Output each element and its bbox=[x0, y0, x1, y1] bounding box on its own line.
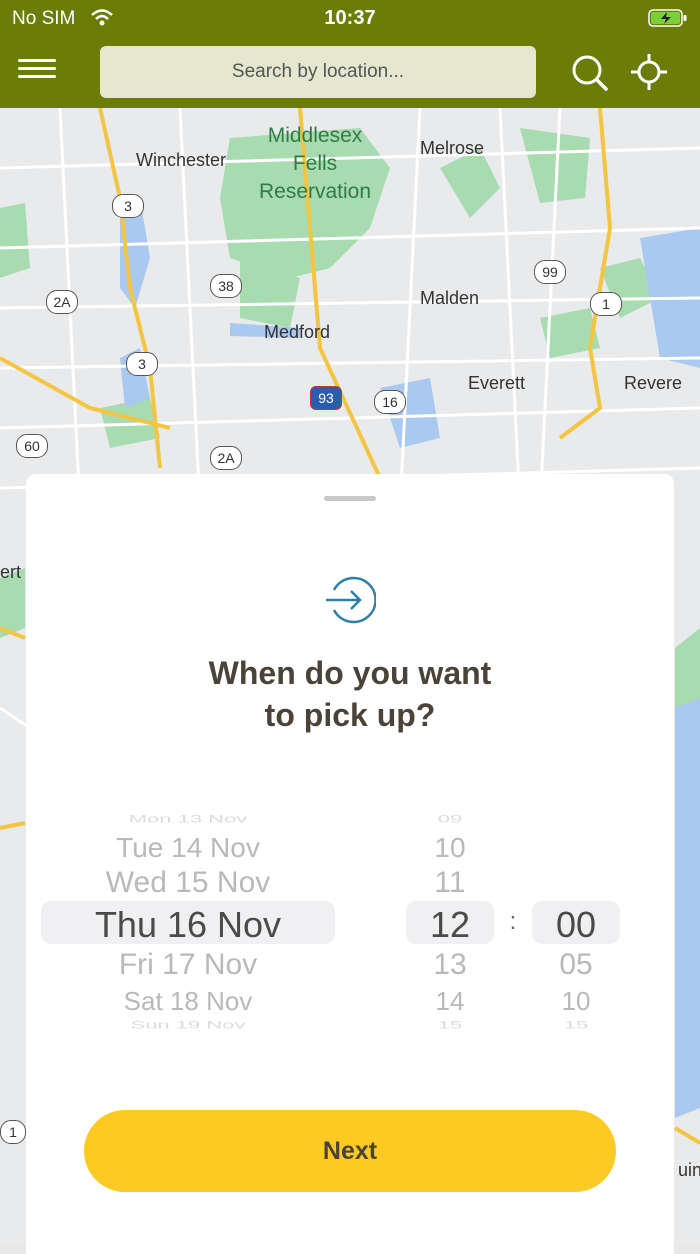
arrow-in-circle-icon bbox=[326, 576, 376, 624]
date-picker-wheel[interactable]: Mon 13 Nov Tue 14 Nov Wed 15 Nov Thu 16 … bbox=[41, 814, 335, 1034]
date-option-selected[interactable]: Thu 16 Nov bbox=[41, 904, 335, 946]
hour-option[interactable]: 11 bbox=[406, 866, 494, 900]
sheet-drag-handle[interactable] bbox=[324, 496, 376, 501]
minute-option[interactable]: 10 bbox=[532, 986, 620, 1017]
pickup-time-sheet: When do you want to pick up? Mon 13 Nov … bbox=[26, 474, 674, 1254]
app-header bbox=[0, 36, 700, 108]
hour-option[interactable]: 15 bbox=[406, 1019, 494, 1032]
hamburger-menu-icon[interactable] bbox=[18, 54, 56, 90]
minute-option[interactable]: 05 bbox=[532, 948, 620, 982]
map-label-partial-left: ert bbox=[0, 562, 22, 582]
search-icon[interactable] bbox=[568, 51, 610, 93]
hour-option[interactable]: 14 bbox=[406, 986, 494, 1017]
route-shield: 1 bbox=[0, 1120, 26, 1144]
minute-picker-wheel[interactable]: 00 05 10 15 bbox=[532, 814, 620, 1034]
date-option[interactable]: Tue 14 Nov bbox=[41, 832, 335, 864]
map-label-winchester: Winchester bbox=[136, 150, 227, 170]
hour-option[interactable]: 13 bbox=[406, 948, 494, 982]
date-option[interactable]: Sat 18 Nov bbox=[41, 986, 335, 1017]
hour-option[interactable]: 09 bbox=[406, 814, 494, 826]
sheet-title: When do you want to pick up? bbox=[208, 655, 492, 733]
hour-option[interactable]: 10 bbox=[406, 832, 494, 864]
next-button[interactable]: Next bbox=[84, 1110, 616, 1192]
hour-option-selected[interactable]: 12 bbox=[406, 904, 494, 946]
date-option[interactable]: Sun 19 Nov bbox=[41, 1019, 335, 1032]
battery-icon bbox=[648, 9, 687, 27]
date-option[interactable]: Wed 15 Nov bbox=[41, 866, 335, 900]
route-shield: 38 bbox=[210, 274, 242, 298]
search-input[interactable] bbox=[100, 46, 536, 98]
map-label-park: Middlesex Fells Reservation bbox=[258, 124, 372, 203]
route-shield: 16 bbox=[374, 390, 406, 414]
map-label-melrose: Melrose bbox=[420, 138, 485, 158]
map-label-partial-right: uin bbox=[678, 1160, 700, 1180]
map-label-revere: Revere bbox=[624, 373, 683, 393]
interstate-shield: 93 bbox=[310, 386, 342, 410]
route-shield: 1 bbox=[590, 292, 622, 316]
route-shield: 3 bbox=[112, 194, 144, 218]
route-shield: 2A bbox=[46, 290, 78, 314]
route-shield: 2A bbox=[210, 446, 242, 470]
minute-option[interactable]: 15 bbox=[532, 1019, 620, 1032]
locate-me-icon[interactable] bbox=[628, 51, 670, 93]
route-shield: 60 bbox=[16, 434, 48, 458]
time-separator: : bbox=[509, 908, 517, 935]
date-option[interactable]: Mon 13 Nov bbox=[41, 814, 335, 826]
date-option[interactable]: Fri 17 Nov bbox=[41, 948, 335, 982]
route-shield: 99 bbox=[534, 260, 566, 284]
map-label-malden: Malden bbox=[420, 288, 480, 308]
clock: 10:37 bbox=[324, 7, 376, 29]
status-bar: No SIM 10:37 bbox=[0, 0, 700, 36]
route-shield: 3 bbox=[126, 352, 158, 376]
hour-picker-wheel[interactable]: 09 10 11 12 13 14 15 bbox=[406, 814, 494, 1034]
map-label-medford: Medford bbox=[264, 322, 331, 342]
map-label-everett: Everett bbox=[468, 373, 526, 393]
minute-option-selected[interactable]: 00 bbox=[532, 904, 620, 946]
